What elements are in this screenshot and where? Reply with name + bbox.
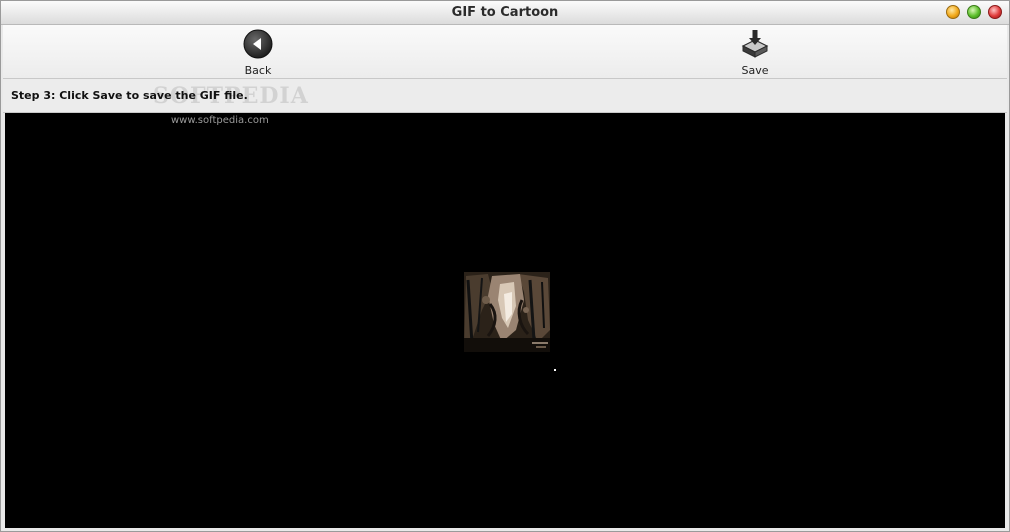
save-button[interactable]: Save (725, 29, 785, 77)
preview-canvas (5, 113, 1005, 528)
toolbar: Back Save (3, 25, 1007, 79)
save-label: Save (741, 64, 769, 77)
instruction-bar: SOFTPEDIA Step 3: Click Save to save the… (3, 79, 1007, 113)
title-bar[interactable]: GIF to Cartoon (1, 1, 1009, 25)
app-window: GIF to Cartoon Back Save SOFTPEDIA Step … (0, 0, 1010, 532)
softpedia-watermark-url: www.softpedia.com (171, 115, 269, 126)
step-instruction: Step 3: Click Save to save the GIF file. (11, 89, 248, 102)
cartoon-preview-image (458, 270, 556, 354)
save-download-icon (741, 30, 769, 58)
minimize-icon[interactable] (946, 5, 960, 19)
maximize-icon[interactable] (967, 5, 981, 19)
arrow-left-circle-icon (243, 29, 273, 59)
canvas-pixel-dot (554, 369, 556, 371)
window-title: GIF to Cartoon (451, 5, 559, 20)
back-button[interactable]: Back (228, 29, 288, 77)
close-icon[interactable] (988, 5, 1002, 19)
back-label: Back (244, 64, 272, 77)
